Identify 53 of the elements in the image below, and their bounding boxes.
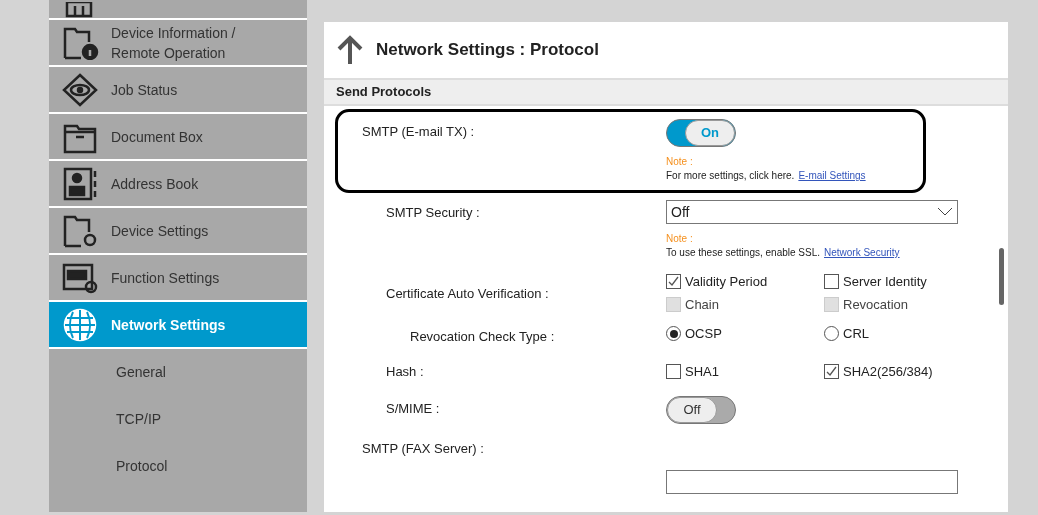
chevron-down-icon bbox=[937, 207, 953, 217]
scrollbar-thumb[interactable] bbox=[999, 248, 1004, 305]
input-field[interactable] bbox=[666, 470, 958, 494]
sidebar-item[interactable] bbox=[49, 0, 307, 20]
address-book-icon bbox=[61, 166, 99, 201]
setting-label: S/MIME : bbox=[386, 401, 440, 416]
checkbox[interactable] bbox=[824, 364, 839, 379]
sidebar-item[interactable]: Document Box bbox=[49, 114, 307, 161]
sidebar-item[interactable]: Device Information / Remote Operation bbox=[49, 20, 307, 67]
section-header: Send Protocols bbox=[324, 80, 1008, 106]
sidebar-item[interactable]: Network Settings bbox=[49, 302, 307, 349]
checkbox-label: Server Identity bbox=[843, 273, 927, 291]
submenu-item[interactable]: General bbox=[49, 349, 307, 396]
checkbox[interactable] bbox=[666, 274, 681, 290]
setting-label: SMTP Security : bbox=[386, 205, 480, 220]
check-icon bbox=[668, 276, 679, 288]
radio-label: CRL bbox=[843, 325, 869, 343]
checkbox-label: SHA1 bbox=[685, 362, 719, 381]
note-title: Note : bbox=[666, 155, 694, 169]
check-icon bbox=[826, 366, 837, 377]
submenu-item[interactable]: TCP/IP bbox=[49, 396, 307, 443]
page-title: Network Settings : Protocol bbox=[376, 39, 599, 62]
checkbox[interactable] bbox=[666, 364, 681, 379]
folder-gear-icon bbox=[61, 213, 99, 248]
radio-button[interactable] bbox=[666, 326, 681, 342]
setting-label: SMTP (E-mail TX) : bbox=[362, 124, 475, 139]
setting-label: SMTP (FAX Server) : bbox=[362, 441, 484, 456]
sidebar-item[interactable]: Job Status bbox=[49, 67, 307, 114]
folder-info-icon bbox=[61, 25, 99, 60]
toggle-switch[interactable]: On bbox=[666, 119, 736, 147]
setting-label: Certificate Auto Verification : bbox=[386, 285, 549, 301]
settings-link[interactable]: Network Security bbox=[824, 246, 900, 260]
checkbox-label: SHA2(256/384) bbox=[843, 362, 933, 381]
radio-label: OCSP bbox=[685, 325, 722, 343]
settings-link[interactable]: E-mail Settings bbox=[798, 169, 866, 183]
sidebar-item[interactable]: Device Settings bbox=[49, 208, 307, 255]
arrow-up-icon[interactable] bbox=[336, 35, 364, 65]
note-text: For more settings, click here. bbox=[666, 169, 795, 183]
note-text: To use these settings, enable SSL. bbox=[666, 246, 820, 260]
note-title: Note : bbox=[666, 232, 694, 246]
checkbox-label: Validity Period bbox=[685, 273, 768, 291]
checkbox-label: Revocation bbox=[843, 295, 909, 314]
eye-icon bbox=[61, 72, 99, 107]
security-dropdown[interactable]: Off bbox=[666, 200, 958, 224]
globe-icon bbox=[61, 307, 99, 342]
submenu-item[interactable]: Protocol bbox=[49, 443, 307, 490]
setting-label: Revocation Check Type : bbox=[410, 329, 555, 344]
radio-button[interactable] bbox=[824, 326, 839, 342]
sidebar-item[interactable]: Address Book bbox=[49, 161, 307, 208]
checkbox[interactable] bbox=[824, 274, 839, 290]
setting-label: Hash : bbox=[386, 364, 424, 379]
checkbox-label: Chain bbox=[685, 295, 719, 314]
toggle-switch[interactable]: Off bbox=[666, 396, 736, 424]
